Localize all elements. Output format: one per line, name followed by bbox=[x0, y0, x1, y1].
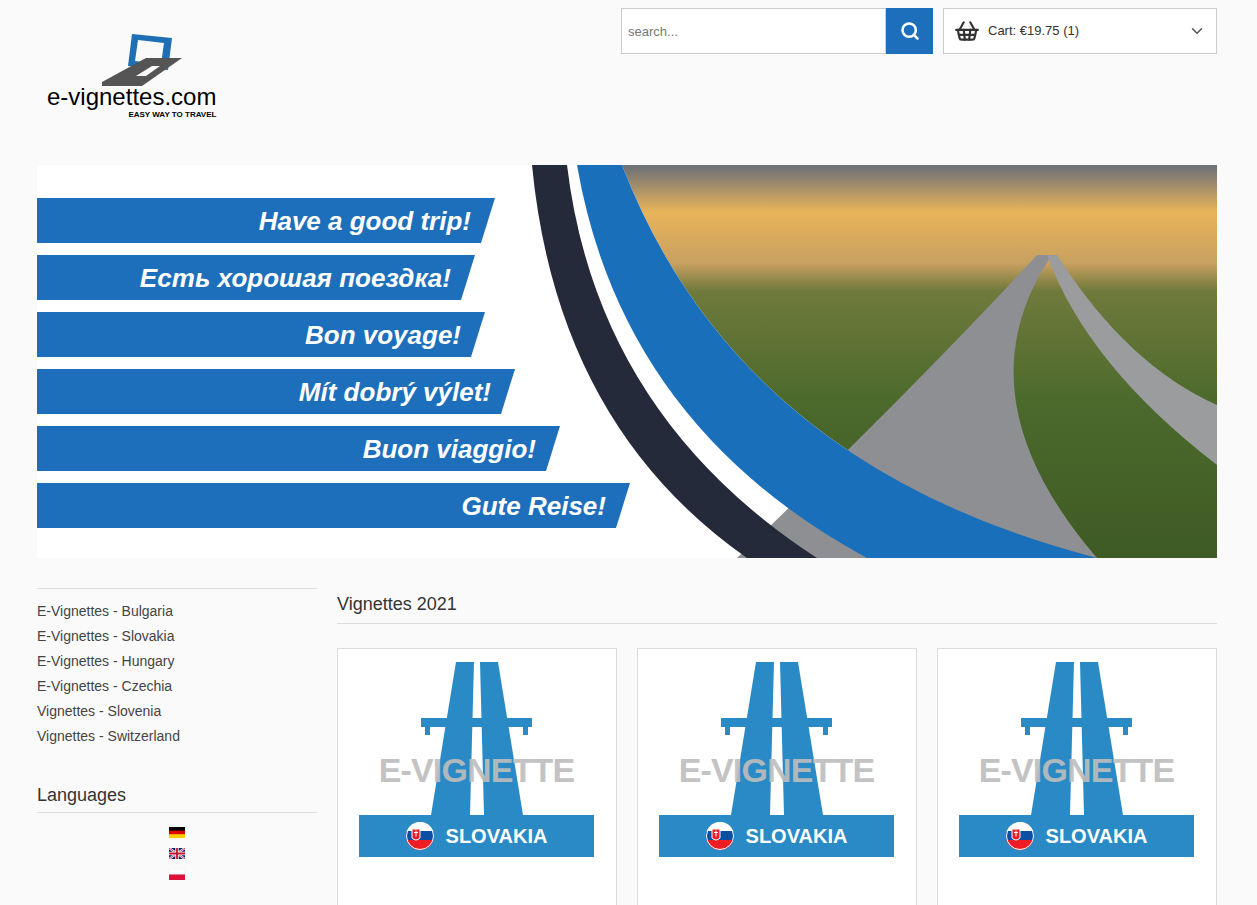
category-link[interactable]: E-Vignettes - Bulgaria bbox=[37, 599, 317, 624]
product-image[interactable]: E-VIGNETTE SLOVAKIA bbox=[959, 662, 1194, 857]
hero-banner: Have a good trip! Есть хорошая поездка! Bo… bbox=[37, 165, 1217, 558]
road-sign-icon bbox=[102, 30, 192, 86]
section-title: Vignettes 2021 bbox=[337, 593, 1217, 624]
search-bar bbox=[621, 8, 933, 54]
languages-title: Languages bbox=[37, 784, 317, 813]
product-watermark: E-VIGNETTE bbox=[979, 750, 1175, 790]
product-card[interactable]: E-VIGNETTE SLOVAKIA bbox=[637, 648, 917, 905]
category-link[interactable]: E-Vignettes - Slovakia bbox=[37, 624, 317, 649]
banner-stripe: Mít dobrý výlet! bbox=[37, 369, 515, 414]
chevron-down-icon bbox=[1188, 22, 1206, 40]
category-link[interactable]: Vignettes - Slovenia bbox=[37, 699, 317, 724]
sidebar: E-Vignettes - BulgariaE-Vignettes - Slov… bbox=[37, 588, 317, 905]
motorway-icon bbox=[659, 662, 894, 815]
product-image[interactable]: E-VIGNETTE SLOVAKIA bbox=[659, 662, 894, 857]
slovak-flag-icon bbox=[706, 822, 734, 850]
german-flag-icon[interactable] bbox=[169, 827, 185, 838]
banner-stripe: Gute Reise! bbox=[37, 483, 630, 528]
product-card[interactable]: E-VIGNETTE SLOVAKIA bbox=[937, 648, 1217, 905]
banner-stripe: Have a good trip! bbox=[37, 198, 495, 243]
banner-stripe: Bon voyage! bbox=[37, 312, 485, 357]
product-image[interactable]: E-VIGNETTE SLOVAKIA bbox=[359, 662, 594, 857]
banner-stripe: Buon viaggio! bbox=[37, 426, 560, 471]
site-header: e-vignettes.comEASY WAY TO TRAVEL Cart: €… bbox=[37, 0, 1217, 165]
country-band: SLOVAKIA bbox=[659, 815, 894, 857]
magnifier-icon bbox=[900, 21, 920, 41]
basket-icon bbox=[954, 18, 980, 44]
country-band: SLOVAKIA bbox=[959, 815, 1194, 857]
product-watermark: E-VIGNETTE bbox=[379, 750, 575, 790]
motorway-icon bbox=[359, 662, 594, 815]
slovak-flag-icon bbox=[1006, 822, 1034, 850]
logo-tagline: EASY WAY TO TRAVEL bbox=[128, 110, 216, 120]
uk-flag-icon[interactable] bbox=[169, 848, 185, 859]
category-link[interactable]: E-Vignettes - Hungary bbox=[37, 649, 317, 674]
product-grid: E-VIGNETTESLOVAKIAE-VIGNETTESLOVAKIAE-VI… bbox=[337, 648, 1217, 905]
polish-flag-icon[interactable] bbox=[169, 869, 185, 880]
logo-name: e-vignettes.com bbox=[47, 84, 216, 110]
category-link[interactable]: E-Vignettes - Czechia bbox=[37, 674, 317, 699]
country-band: SLOVAKIA bbox=[359, 815, 594, 857]
cart-label: Cart: €19.75 (1) bbox=[988, 21, 1180, 41]
banner-stripe: Есть хорошая поездка! bbox=[37, 255, 475, 300]
slovak-flag-icon bbox=[406, 822, 434, 850]
category-list: E-Vignettes - BulgariaE-Vignettes - Slov… bbox=[37, 588, 317, 749]
page: e-vignettes.comEASY WAY TO TRAVEL Cart: €… bbox=[0, 0, 1257, 905]
cart-dropdown[interactable]: Cart: €19.75 (1) bbox=[943, 8, 1217, 54]
category-link[interactable]: Vignettes - Switzerland bbox=[37, 724, 317, 749]
product-card[interactable]: E-VIGNETTE SLOVAKIA bbox=[337, 648, 617, 905]
motorway-icon bbox=[959, 662, 1194, 815]
product-section: Vignettes 2021E-VIGNETTESLOVAKIAE-VIGNET… bbox=[337, 588, 1217, 905]
search-button[interactable] bbox=[886, 8, 933, 54]
product-watermark: E-VIGNETTE bbox=[679, 750, 875, 790]
language-list bbox=[37, 813, 317, 880]
search-input[interactable] bbox=[621, 8, 886, 54]
site-logo[interactable]: e-vignettes.comEASY WAY TO TRAVEL bbox=[47, 30, 216, 120]
